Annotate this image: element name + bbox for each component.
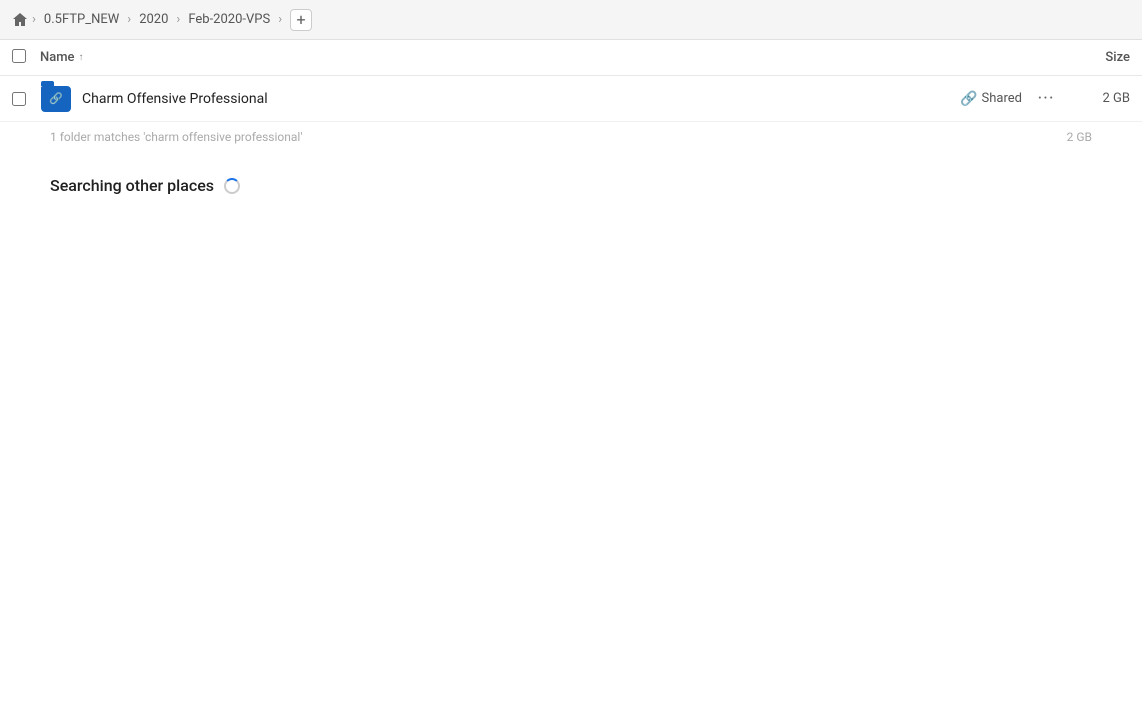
match-size-text: 2 GB (1067, 130, 1092, 144)
breadcrumb-sep-2: › (127, 12, 131, 27)
size-column-header: Size (1070, 50, 1130, 65)
breadcrumb-item-1[interactable]: 2020 (135, 10, 172, 29)
searching-section: Searching other places (0, 152, 1142, 219)
file-checkbox-wrap[interactable] (12, 92, 32, 106)
name-column-header[interactable]: Name ↑ (40, 50, 1070, 65)
select-all-input[interactable] (12, 49, 26, 63)
breadcrumb-bar: › 0.5FTP_NEW › 2020 › Feb-2020-VPS › + (0, 0, 1142, 40)
breadcrumb-sep-1: › (32, 12, 36, 27)
share-link-icon: 🔗 (960, 91, 977, 107)
loading-spinner (224, 178, 240, 194)
shared-badge: 🔗 Shared (960, 91, 1022, 107)
file-name: Charm Offensive Professional (82, 91, 960, 107)
match-count-text: 1 folder matches 'charm offensive profes… (50, 130, 302, 144)
file-meta: 🔗 Shared ··· 2 GB (960, 85, 1130, 113)
breadcrumb-item-2[interactable]: Feb-2020-VPS (184, 10, 274, 29)
select-all-checkbox[interactable] (12, 48, 32, 67)
breadcrumb-sep-4: › (278, 12, 282, 27)
link-mark-icon: 🔗 (49, 92, 63, 105)
breadcrumb-sep-3: › (176, 12, 180, 27)
add-breadcrumb-button[interactable]: + (290, 9, 312, 31)
column-header: Name ↑ Size (0, 40, 1142, 76)
file-checkbox-input[interactable] (12, 92, 26, 106)
more-options-button[interactable]: ··· (1032, 85, 1060, 113)
searching-label: Searching other places (50, 176, 214, 195)
shared-label: Shared (982, 91, 1022, 106)
file-row[interactable]: 🔗 Charm Offensive Professional 🔗 Shared … (0, 76, 1142, 122)
breadcrumb-item-0[interactable]: 0.5FTP_NEW (40, 10, 123, 29)
file-size: 2 GB (1070, 91, 1130, 106)
shared-folder-icon: 🔗 (41, 86, 71, 112)
sort-arrow-icon: ↑ (79, 52, 84, 63)
home-button[interactable] (12, 12, 28, 28)
match-count-row: 1 folder matches 'charm offensive profes… (0, 122, 1142, 152)
file-icon-wrap: 🔗 (40, 83, 72, 115)
